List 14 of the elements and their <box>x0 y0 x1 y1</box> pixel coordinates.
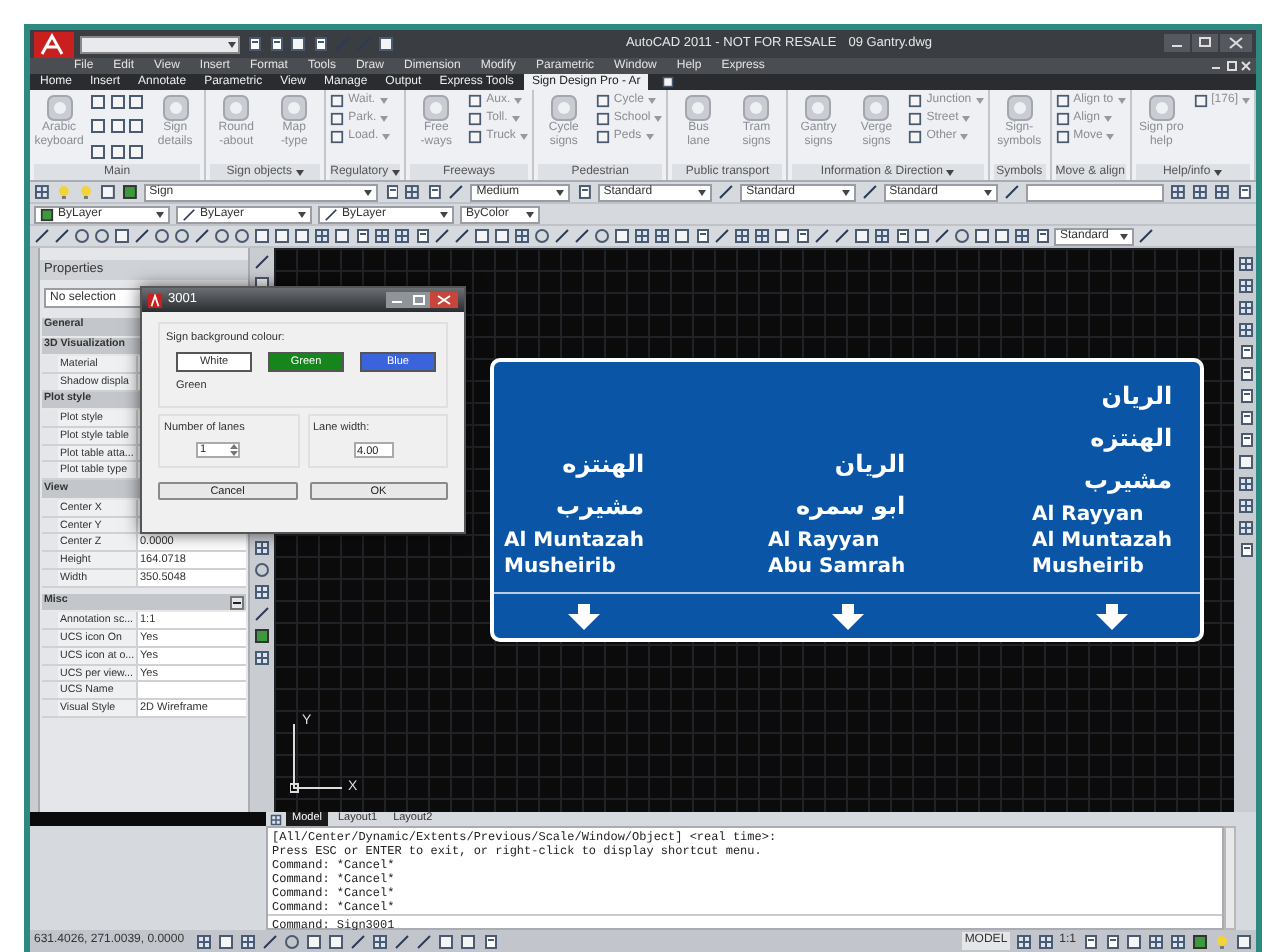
arabic-destination: الريان <box>1101 380 1173 414</box>
english-destination: Al Rayyan <box>1032 502 1144 528</box>
arabic-destination: الهنتزه <box>562 448 645 482</box>
arabic-destination: مشيرب <box>556 490 645 524</box>
english-destination: Al Muntazah <box>504 528 645 554</box>
arabic-destination: مشيرب <box>1084 464 1173 498</box>
english-destination: Musheirib <box>504 554 616 580</box>
english-destination: Abu Samrah <box>768 554 906 580</box>
arabic-destination: الريان <box>834 448 906 482</box>
english-destination: Al Rayyan <box>768 528 880 554</box>
arabic-destination: ابو سمره <box>795 490 906 524</box>
english-destination: Al Muntazah <box>1032 528 1173 554</box>
english-destination: Musheirib <box>1032 554 1144 580</box>
arabic-destination: الهنتزه <box>1090 422 1173 456</box>
